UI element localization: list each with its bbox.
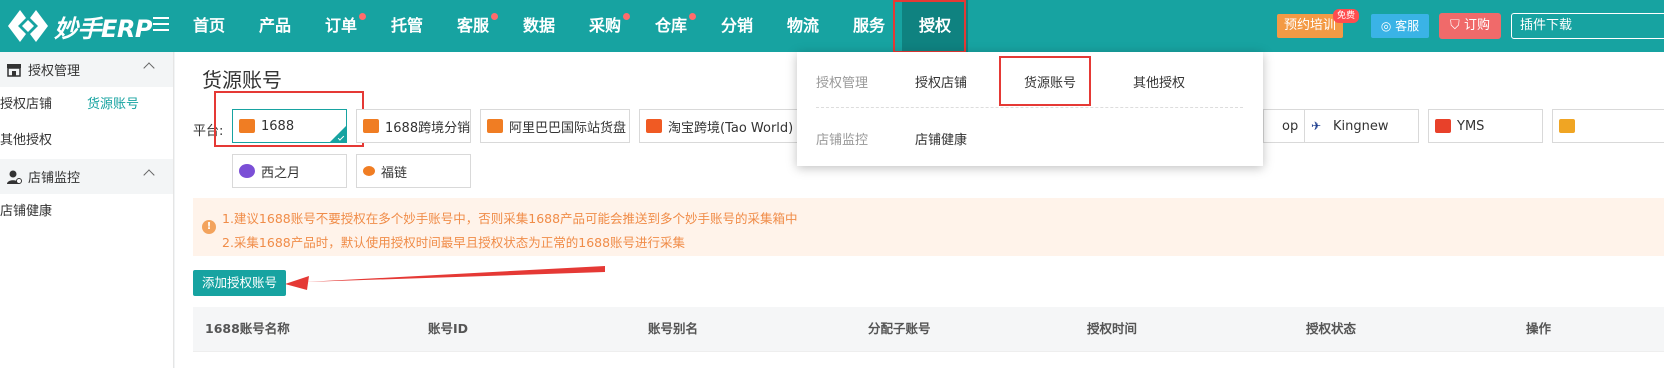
nav-item-services[interactable]: 服务 — [836, 0, 902, 52]
cart-icon: ⛉ — [1450, 18, 1460, 33]
dropdown-link-authorized-stores[interactable]: 授权店铺 — [915, 72, 967, 91]
sidebar-group-store-monitoring[interactable]: 店铺监控 — [0, 159, 173, 194]
user-monitor-icon — [7, 170, 22, 184]
column-header: 账号ID — [428, 321, 469, 336]
platform-option-taoworld[interactable]: 淘宝跨境(Tao World) — [639, 109, 799, 143]
alibaba-logo-icon — [487, 119, 503, 133]
warning-icon: ! — [202, 220, 216, 234]
nav-item-products[interactable]: 产品 — [242, 0, 308, 52]
platform-option-1688[interactable]: 1688 — [232, 109, 347, 143]
logo-mark-icon — [8, 10, 48, 42]
logo-text: 妙手ERP — [54, 14, 152, 43]
1688-logo-icon — [363, 119, 379, 133]
accounts-table-header: 1688账号名称 账号ID 账号别名 分配子账号 授权时间 授权状态 操作 — [193, 307, 1664, 351]
dropdown-link-source-accounts[interactable]: 货源账号 — [1024, 72, 1076, 91]
sidebar: 授权管理 授权店铺 货源账号 其他授权 店铺监控 店铺健康 — [0, 52, 174, 368]
column-header: 授权状态 — [1306, 321, 1357, 336]
notification-dot — [689, 13, 696, 20]
dropdown-link-other-auth[interactable]: 其他授权 — [1133, 72, 1185, 91]
dropdown-link-store-health[interactable]: 店铺健康 — [915, 129, 967, 148]
sidebar-item-source-accounts[interactable]: 货源账号 — [87, 87, 139, 123]
notice-line-1: 1.建议1688账号不要授权在多个妙手账号中，否则采集1688产品可能会推送到多… — [222, 211, 798, 226]
sidebar-item-other-auth[interactable]: 其他授权 — [0, 123, 145, 159]
nav-item-data[interactable]: 数据 — [506, 0, 572, 52]
plugin-download-button[interactable]: 插件下载 — [1511, 13, 1664, 39]
dropdown-divider — [816, 107, 1243, 108]
notification-dot — [491, 13, 498, 20]
nav-item-purchase[interactable]: 采购 — [572, 0, 638, 52]
nav-item-hosting[interactable]: 托管 — [374, 0, 440, 52]
nav-item-warehouse[interactable]: 仓库 — [638, 0, 704, 52]
sidebar-group-items: 店铺健康 — [0, 194, 173, 230]
nav-item-distribution[interactable]: 分销 — [704, 0, 770, 52]
menu-toggle-icon[interactable] — [153, 17, 169, 33]
chevron-up-icon — [143, 62, 155, 74]
column-header: 分配子账号 — [868, 321, 931, 336]
main-nav: 首页 产品 订单 托管 客服 数据 采购 仓库 分销 物流 服务 授权 — [176, 0, 968, 52]
page-title: 货源账号 — [202, 68, 282, 92]
platform-option-1688-cross-border[interactable]: 1688跨境分销 — [356, 109, 471, 143]
notification-dot — [623, 13, 630, 20]
add-authorized-account-button[interactable]: 添加授权账号 — [193, 270, 286, 296]
nav-item-home[interactable]: 首页 — [176, 0, 242, 52]
column-header: 授权时间 — [1087, 321, 1138, 336]
xizhiyue-logo-icon — [239, 164, 255, 178]
yms-logo-icon — [1435, 119, 1451, 133]
platform-logo-icon — [1559, 119, 1575, 133]
nav-item-orders[interactable]: 订单 — [308, 0, 374, 52]
sidebar-group-items: 授权店铺 货源账号 其他授权 — [0, 87, 173, 159]
taobao-logo-icon — [646, 119, 662, 133]
platform-label: 平台: — [193, 124, 224, 139]
platform-option-kingnew[interactable]: ✈ Kingnew — [1304, 109, 1419, 143]
chevron-up-icon — [143, 169, 155, 181]
customer-service-button[interactable]: ◎ 客服 — [1371, 14, 1429, 38]
authorization-dropdown-menu: 授权管理 授权店铺 货源账号 其他授权 店铺监控 店铺健康 — [797, 52, 1263, 166]
sidebar-item-store-health[interactable]: 店铺健康 — [0, 194, 52, 230]
notice-banner: ! 1.建议1688账号不要授权在多个妙手账号中，否则采集1688产品可能会推送… — [193, 198, 1664, 256]
nav-item-logistics[interactable]: 物流 — [770, 0, 836, 52]
sidebar-item-authorized-stores[interactable]: 授权店铺 — [0, 87, 52, 123]
platform-option-more[interactable] — [1552, 109, 1664, 143]
free-badge: 免费 — [1333, 9, 1360, 23]
logo[interactable]: 妙手ERP — [6, 6, 152, 46]
notification-dot — [359, 13, 366, 20]
column-header: 1688账号名称 — [205, 321, 290, 336]
platform-option-alibaba-intl[interactable]: 阿里巴巴国际站货盘 — [480, 109, 630, 143]
nav-item-authorization[interactable]: 授权 — [902, 0, 968, 52]
store-icon — [7, 63, 21, 77]
fulian-logo-icon — [363, 166, 375, 176]
nav-item-customer-service[interactable]: 客服 — [440, 0, 506, 52]
notice-line-2: 2.采集1688产品时，默认使用授权时间最早且授权状态为正常的1688账号进行采… — [222, 235, 686, 250]
platform-option-xizhiyue[interactable]: 西之月 — [232, 154, 347, 188]
column-header: 操作 — [1526, 321, 1552, 336]
annotation-arrow — [285, 266, 605, 290]
platform-option-yms[interactable]: YMS — [1428, 109, 1543, 143]
accounts-table-body — [193, 351, 1664, 368]
dropdown-section-label: 店铺监控 — [816, 133, 869, 148]
top-nav-bar: 妙手ERP 首页 产品 订单 托管 客服 数据 采购 仓库 分销 物流 服务 授… — [0, 0, 1664, 53]
subscribe-button[interactable]: ⛉ 订购 — [1439, 13, 1501, 39]
dropdown-section-label: 授权管理 — [816, 76, 869, 91]
1688-logo-icon — [239, 119, 255, 133]
sidebar-group-auth-management[interactable]: 授权管理 — [0, 52, 173, 87]
kingnew-logo-icon: ✈ — [1311, 119, 1322, 133]
chat-icon: ◎ — [1380, 19, 1392, 33]
column-header: 账号别名 — [648, 321, 699, 336]
platform-option-fulian[interactable]: 福链 — [356, 154, 471, 188]
